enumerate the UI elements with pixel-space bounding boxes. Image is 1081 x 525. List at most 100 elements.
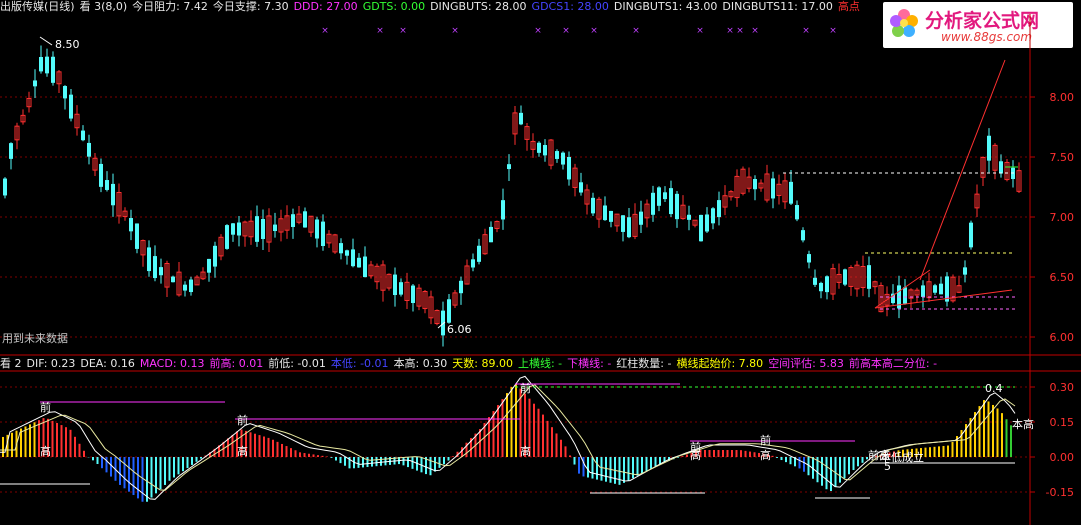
- candle-down: [99, 163, 103, 187]
- y-tick-label: 7.00: [1050, 211, 1075, 224]
- candle-down: [81, 130, 85, 141]
- candle-down: [213, 245, 217, 267]
- macd-label: 前: [237, 413, 248, 427]
- candle-down: [543, 145, 547, 156]
- trend-line: [874, 289, 1013, 309]
- candle-down: [999, 161, 1003, 174]
- candle-down: [867, 265, 871, 289]
- candle-down: [9, 143, 13, 159]
- candle-down: [651, 192, 655, 215]
- candle-down: [255, 216, 259, 242]
- y-tick-label: -0.15: [1046, 486, 1074, 499]
- candle-down: [567, 156, 571, 180]
- candle-down: [105, 180, 109, 190]
- candle-down: [669, 188, 673, 215]
- y-tick-label: 6.50: [1050, 271, 1075, 284]
- macd-label: 前: [520, 381, 531, 395]
- trend-line: [919, 59, 1006, 281]
- macd-header-item: DIF: 0.23: [26, 357, 76, 370]
- candle-down: [789, 181, 793, 204]
- candle-down: [903, 287, 907, 304]
- signal-marker: ×: [632, 26, 640, 36]
- candle-down: [603, 205, 607, 221]
- candle-down: [987, 135, 991, 161]
- y-tick-label: 8.00: [1050, 91, 1075, 104]
- candle-down: [135, 223, 139, 249]
- candle-down: [33, 80, 37, 87]
- macd-header-item: 红柱数量: -: [616, 357, 672, 370]
- macd-header-item: 本高: 0.30: [393, 357, 448, 370]
- candle-down: [753, 179, 757, 190]
- signal-marker: ×: [399, 26, 407, 36]
- macd-label: 0.4: [985, 382, 1003, 395]
- candle-down: [225, 225, 229, 249]
- candle-down: [189, 279, 193, 293]
- macd-header: 看 2 DIF: 0.23 DEA: 0.16 MACD: 0.13 前高: 0.01 前…: [0, 357, 947, 371]
- y-tick-label: 0.00: [1050, 451, 1075, 464]
- signal-marker: ×: [590, 26, 598, 36]
- candle-down: [501, 200, 505, 220]
- macd-label: 前: [40, 400, 51, 414]
- candle-down: [459, 280, 463, 294]
- candle-down: [447, 299, 451, 323]
- candle-down: [351, 249, 355, 267]
- candle-down: [393, 274, 397, 296]
- future-data-note: 用到未来数据: [2, 332, 68, 345]
- candle-down: [183, 284, 187, 291]
- candle-down: [273, 224, 277, 232]
- candle-down: [63, 86, 67, 99]
- high-pointer: [39, 36, 53, 46]
- candle-down: [291, 214, 295, 227]
- macd-header-item: 前高本高二分位: -: [848, 357, 938, 370]
- macd-label: 本高: [1012, 417, 1034, 431]
- macd-header-item: DEA: 0.16: [80, 357, 135, 370]
- candle-down: [357, 257, 361, 268]
- candle-down: [939, 283, 943, 295]
- candle-down: [807, 254, 811, 263]
- candle-down: [657, 187, 661, 206]
- macd-header-item: 空间评估: 5.83: [768, 357, 844, 370]
- candle-down: [363, 256, 367, 278]
- candle-down: [591, 197, 595, 214]
- macd-label: 5: [884, 460, 891, 473]
- signal-marker: ×: [451, 26, 459, 36]
- macd-label: 高: [690, 448, 701, 462]
- candle-down: [159, 267, 163, 276]
- candle-down: [813, 277, 817, 285]
- candle-down: [819, 282, 823, 292]
- candle-down: [477, 245, 481, 262]
- candle-down: [321, 221, 325, 247]
- candle-down: [801, 230, 805, 241]
- candle-down: [963, 267, 967, 275]
- chart-area[interactable]: 8.007.507.006.506.00× × × × × × × × × × × × × ×8.506.…: [0, 0, 1081, 525]
- macd-header-item: 本低: -0.01: [330, 357, 389, 370]
- candle-down: [717, 200, 721, 218]
- candle-down: [699, 214, 703, 242]
- candle-down: [315, 219, 319, 239]
- candle-down: [51, 56, 55, 83]
- candle-down: [561, 152, 565, 165]
- macd-label: 高: [237, 444, 248, 458]
- low-label: 6.06: [447, 323, 472, 336]
- macd-label: 前: [760, 433, 771, 447]
- signal-marker: ×: [696, 26, 704, 36]
- candle-down: [537, 142, 541, 153]
- signal-marker: ×: [736, 26, 744, 36]
- candle-down: [345, 250, 349, 256]
- candle-down: [921, 285, 925, 297]
- signal-marker: ×: [534, 26, 542, 36]
- macd-header-item: 看 2: [0, 357, 22, 370]
- candle-down: [3, 178, 7, 196]
- candle-down: [609, 210, 613, 222]
- candle-down: [675, 193, 679, 220]
- signal-marker: ×: [376, 26, 384, 36]
- candle-down: [171, 276, 175, 283]
- candle-down: [705, 214, 709, 232]
- signal-marker: ×: [726, 26, 734, 36]
- candle-down: [399, 282, 403, 295]
- candle-down: [945, 276, 949, 302]
- candle-down: [207, 258, 211, 273]
- macd-header-item: 下横线: -: [567, 357, 612, 370]
- candle-down: [825, 276, 829, 293]
- signal-marker: ×: [562, 26, 570, 36]
